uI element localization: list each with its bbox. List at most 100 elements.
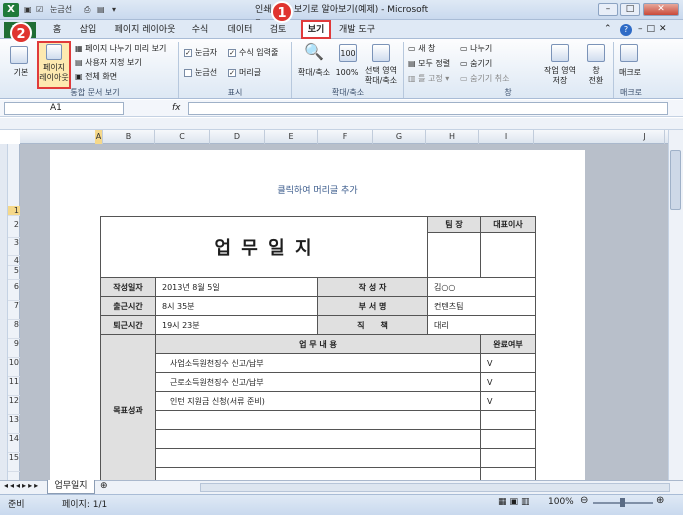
tab-insert[interactable]: 삽입 (74, 22, 102, 38)
info-value[interactable]: 대리 (427, 315, 536, 335)
zoom-button[interactable]: 확대/축소 (294, 68, 334, 78)
task-cell[interactable]: 인턴 지원금 신청(서류 준비) (155, 391, 481, 411)
arrange-all-button[interactable]: ▤ 모두 정렬 (408, 59, 450, 69)
task-cell[interactable]: 근로소득원천징수 신고/납부 (155, 372, 481, 392)
macros-button[interactable]: 매크로 (615, 68, 645, 78)
full-screen-button[interactable]: ▣ 전체 화면 (75, 72, 117, 82)
column-header-c[interactable]: C (155, 130, 210, 144)
switch-windows-button[interactable]: 창 전환 (582, 66, 610, 86)
task-cell[interactable] (155, 410, 481, 430)
approval-ceo[interactable]: 대표이사 (480, 216, 536, 233)
done-cell[interactable]: V (480, 372, 536, 392)
collapse-ribbon-icon[interactable]: ⌃ (604, 24, 616, 36)
save-workspace-button[interactable]: 작업 영역 저장 (540, 66, 580, 86)
row-header-2[interactable]: 2 (8, 220, 20, 238)
document-title[interactable]: 업 무 일 지 (100, 216, 428, 278)
tab-view[interactable]: 보기 (301, 22, 331, 38)
close-button[interactable]: ✕ (643, 3, 679, 16)
info-label[interactable]: 부 서 명 (317, 296, 428, 316)
info-label[interactable]: 출근시간 (100, 296, 156, 316)
row-header-8[interactable]: 8 (8, 320, 20, 339)
zoom-magnifier-icon[interactable]: 🔍 (304, 42, 324, 61)
done-cell[interactable] (480, 448, 536, 468)
fx-icon[interactable]: fx (172, 102, 184, 115)
done-header[interactable]: 완료여부 (480, 334, 536, 354)
split-button[interactable]: ▭ 나누기 (460, 44, 492, 54)
scrollbar-thumb[interactable] (670, 150, 681, 210)
info-value[interactable]: 19시 23분 (155, 315, 318, 335)
tab-formulas[interactable]: 수식 (186, 22, 214, 38)
row-header-1[interactable]: 1 (8, 206, 20, 216)
column-header-h[interactable]: H (426, 130, 479, 144)
qat-customize-icon[interactable]: ▾ (112, 4, 122, 16)
tab-review[interactable]: 검토 (262, 22, 294, 38)
task-cell[interactable] (155, 448, 481, 468)
done-cell[interactable] (480, 410, 536, 430)
task-cell[interactable]: 사업소득원천징수 신고/납부 (155, 353, 481, 373)
formula-input[interactable] (188, 102, 668, 115)
formula-bar-checkbox[interactable]: ✓ 수식 입력줄 (228, 48, 278, 58)
sheet-tab-work-log[interactable]: 업무일지 (47, 480, 95, 494)
tab-data[interactable]: 데이터 (222, 22, 258, 38)
done-cell[interactable]: V (480, 353, 536, 373)
row-header-7[interactable]: 7 (8, 301, 20, 320)
row-header-3[interactable]: 3 (8, 238, 20, 256)
column-header-e[interactable]: E (265, 130, 318, 144)
column-header-b[interactable]: B (103, 130, 155, 144)
tab-page-layout[interactable]: 페이지 레이아웃 (110, 22, 180, 38)
section-label[interactable]: 목표성과 (100, 334, 156, 487)
column-header-d[interactable]: D (210, 130, 265, 144)
zoom-100-button[interactable]: 100% (335, 68, 359, 78)
row-header-5[interactable]: 5 (8, 266, 20, 280)
gridlines-checkbox[interactable]: 눈금선 (184, 68, 217, 78)
checkbox-icon[interactable]: ☑ (36, 4, 46, 16)
help-icon[interactable]: ? (620, 24, 632, 36)
header-prompt[interactable]: 클릭하여 머리글 추가 (50, 183, 585, 196)
column-header-a[interactable]: A (95, 130, 103, 144)
row-header-6[interactable]: 6 (8, 282, 20, 301)
normal-view-icon[interactable] (10, 46, 28, 64)
insert-sheet-icon[interactable]: ⊕ (100, 481, 108, 491)
view-buttons[interactable]: ▦▣▥ (498, 497, 533, 507)
minimize-button[interactable]: – (598, 3, 618, 16)
column-header-i[interactable]: I (479, 130, 534, 144)
ruler-checkbox[interactable]: ✓ 눈금자 (184, 48, 217, 58)
done-cell[interactable]: V (480, 391, 536, 411)
info-value[interactable]: 컨텐츠팀 (427, 296, 536, 316)
approval-cell[interactable] (480, 232, 536, 278)
save-icon[interactable]: ▣ (24, 4, 34, 16)
zoom-out-icon[interactable]: ⊖ (580, 495, 588, 506)
maximize-button[interactable]: □ (620, 3, 640, 16)
row-header-13[interactable]: 13 (8, 415, 20, 434)
page-setup-icon[interactable]: ▤ (97, 4, 107, 16)
done-cell[interactable] (480, 429, 536, 449)
row-header-15[interactable]: 15 (8, 453, 20, 472)
headings-checkbox[interactable]: ✓ 머리글 (228, 68, 261, 78)
horizontal-scrollbar[interactable] (200, 483, 670, 492)
workbook-window-controls[interactable]: –□✕ (638, 24, 678, 36)
excel-app-icon[interactable]: X (3, 3, 19, 17)
row-header-14[interactable]: 14 (8, 434, 20, 453)
tab-home[interactable]: 홈 (44, 22, 70, 38)
freeze-panes-button[interactable]: ▥ 틀 고정 ▾ (408, 74, 449, 84)
tasks-header[interactable]: 업 무 내 용 (155, 334, 481, 354)
info-value[interactable]: 김○○ (427, 277, 536, 297)
info-label[interactable]: 퇴근시간 (100, 315, 156, 335)
name-box[interactable]: A1 (4, 102, 124, 115)
tab-developer[interactable]: 개발 도구 (334, 22, 380, 38)
zoom-selection-button[interactable]: 선택 영역 확대/축소 (360, 66, 402, 86)
new-window-button[interactable]: ▭ 새 창 (408, 44, 435, 54)
print-preview-icon[interactable]: ⎙ (84, 4, 94, 16)
row-header-9[interactable]: 9 (8, 339, 20, 358)
column-header-j[interactable]: J (625, 130, 665, 144)
hide-button[interactable]: ▭ 숨기기 (460, 59, 492, 69)
column-header-f[interactable]: F (318, 130, 373, 144)
normal-view-button[interactable]: 기본 (10, 68, 32, 78)
page-break-preview-button[interactable]: ▦ 페이지 나누기 미리 보기 (75, 44, 166, 54)
task-cell[interactable] (155, 429, 481, 449)
zoom-level[interactable]: 100% (548, 497, 574, 507)
info-label[interactable]: 직 책 (317, 315, 428, 335)
info-value[interactable]: 8시 35분 (155, 296, 318, 316)
column-header-g[interactable]: G (373, 130, 426, 144)
info-label[interactable]: 작성일자 (100, 277, 156, 297)
